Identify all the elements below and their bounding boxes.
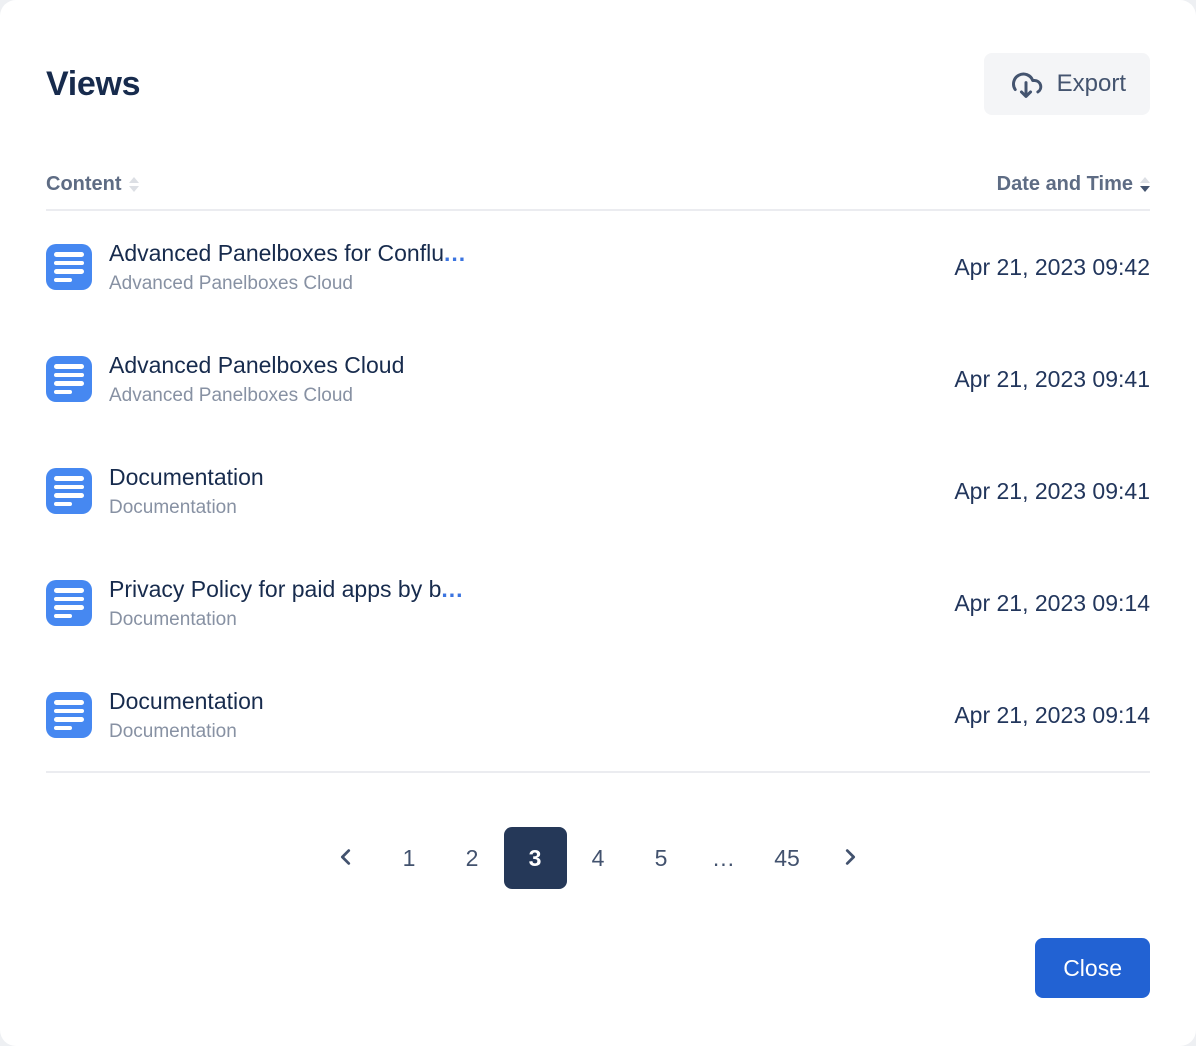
- document-icon: [46, 468, 92, 514]
- table-header-row: Content Date and Time: [46, 173, 1150, 211]
- content-title-link[interactable]: Advanced Panelboxes Cloud: [109, 352, 934, 379]
- row-content: Documentation Documentation: [109, 464, 934, 519]
- content-title-link[interactable]: Documentation: [109, 688, 934, 715]
- content-space-label: Advanced Panelboxes Cloud: [109, 273, 934, 295]
- content-space-label: Advanced Panelboxes Cloud: [109, 385, 934, 407]
- sort-arrows-icon-desc-active: [1140, 177, 1150, 192]
- page-button-4[interactable]: 4: [567, 827, 630, 889]
- column-header-content-label: Content: [46, 173, 122, 196]
- view-datetime: Apr 21, 2023 09:14: [954, 590, 1150, 617]
- table-row[interactable]: Privacy Policy for paid apps by b... Doc…: [46, 547, 1150, 659]
- view-datetime: Apr 21, 2023 09:14: [954, 702, 1150, 729]
- previous-page-button[interactable]: [315, 827, 378, 889]
- page-button-45[interactable]: 45: [756, 827, 819, 889]
- column-header-content[interactable]: Content: [46, 173, 139, 196]
- table-row[interactable]: Documentation Documentation Apr 21, 2023…: [46, 435, 1150, 547]
- table-row[interactable]: Advanced Panelboxes for Conflu... Advanc…: [46, 211, 1150, 323]
- views-table: Advanced Panelboxes for Conflu... Advanc…: [46, 211, 1150, 773]
- document-icon: [46, 692, 92, 738]
- sort-arrows-icon: [129, 177, 139, 192]
- row-content: Advanced Panelboxes for Conflu... Advanc…: [109, 240, 934, 295]
- document-icon: [46, 244, 92, 290]
- column-header-date-time[interactable]: Date and Time: [997, 173, 1150, 196]
- dialog-footer: Close: [46, 938, 1150, 998]
- page-button-1[interactable]: 1: [378, 827, 441, 889]
- export-button[interactable]: Export: [984, 53, 1150, 115]
- content-title-link[interactable]: Advanced Panelboxes for Conflu...: [109, 240, 934, 267]
- chevron-left-icon: [335, 846, 357, 871]
- page-button-3-current[interactable]: 3: [504, 827, 567, 889]
- row-content: Advanced Panelboxes Cloud Advanced Panel…: [109, 352, 934, 407]
- views-dialog: Views Export Content Date and Time: [0, 0, 1196, 1046]
- row-content: Privacy Policy for paid apps by b... Doc…: [109, 576, 934, 631]
- row-content: Documentation Documentation: [109, 688, 934, 743]
- content-space-label: Documentation: [109, 609, 934, 631]
- view-datetime: Apr 21, 2023 09:41: [954, 478, 1150, 505]
- document-icon: [46, 580, 92, 626]
- view-datetime: Apr 21, 2023 09:41: [954, 366, 1150, 393]
- table-row[interactable]: Documentation Documentation Apr 21, 2023…: [46, 659, 1150, 771]
- page-title: Views: [46, 65, 140, 104]
- content-space-label: Documentation: [109, 497, 934, 519]
- pagination-ellipsis: ...: [693, 827, 756, 889]
- export-button-label: Export: [1057, 70, 1126, 98]
- content-title-link[interactable]: Privacy Policy for paid apps by b...: [109, 576, 934, 603]
- content-title-link[interactable]: Documentation: [109, 464, 934, 491]
- dialog-header: Views Export: [46, 53, 1150, 115]
- truncation-ellipsis: ...: [444, 240, 466, 266]
- column-header-date-time-label: Date and Time: [997, 173, 1133, 196]
- content-space-label: Documentation: [109, 721, 934, 743]
- document-icon: [46, 356, 92, 402]
- table-row[interactable]: Advanced Panelboxes Cloud Advanced Panel…: [46, 323, 1150, 435]
- cloud-download-icon: [1008, 67, 1044, 101]
- pagination: 1 2 3 4 5 ... 45: [46, 827, 1150, 889]
- page-button-5[interactable]: 5: [630, 827, 693, 889]
- view-datetime: Apr 21, 2023 09:42: [954, 254, 1150, 281]
- close-button[interactable]: Close: [1035, 938, 1150, 998]
- page-button-2[interactable]: 2: [441, 827, 504, 889]
- chevron-right-icon: [839, 846, 861, 871]
- truncation-ellipsis: ...: [441, 576, 463, 602]
- next-page-button[interactable]: [819, 827, 882, 889]
